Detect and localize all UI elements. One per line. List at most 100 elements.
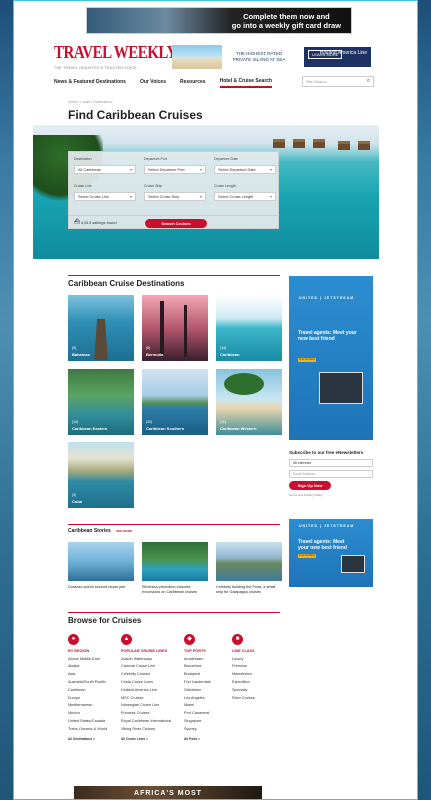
destination-tile-bermuda[interactable]: (8) Bermuda <box>142 295 208 361</box>
chevron-down-icon: ▾ <box>269 167 272 172</box>
search-icon[interactable]: ⌕ <box>367 78 370 85</box>
stories-see-more-link[interactable]: SEE MORE <box>116 529 132 533</box>
bottom-banner-ad[interactable]: AFRICA'S MOST <box>74 786 262 799</box>
browse-link[interactable]: MSC Cruises <box>121 696 179 700</box>
browse-link[interactable]: Princess Cruises <box>121 711 179 715</box>
browse-link[interactable]: Sydney <box>184 727 242 731</box>
hero-bungalow <box>338 141 350 150</box>
story-image <box>216 542 282 581</box>
browse-link[interactable]: Avalon Waterways <box>121 657 179 661</box>
destination-tile-bahamas[interactable]: (9) Bahamas <box>68 295 134 361</box>
destination-name: Caribbean <box>220 352 240 357</box>
browse-link[interactable]: Africa/ Middle East <box>68 657 126 661</box>
browse-link[interactable]: Luxury <box>232 657 290 661</box>
cruise-line-label: Cruise Line <box>74 184 92 188</box>
main-nav: News & Featured Destinations Our Voices … <box>54 76 374 90</box>
browse-link[interactable]: Premium <box>232 664 290 668</box>
browse-link[interactable]: Expedition <box>232 680 290 684</box>
story-caption: Celebrity building the Flora, a small sh… <box>216 585 276 594</box>
browse-link[interactable]: River Cruises <box>232 696 290 700</box>
destination-count: (14) <box>220 346 227 350</box>
destination-count: (11) <box>220 420 226 424</box>
browse-link[interactable]: Asia <box>68 672 126 676</box>
terms-link[interactable]: Terms and Privacy Policy <box>289 493 373 497</box>
departure-port-select[interactable]: Select Departure Port ▾ <box>144 165 206 174</box>
destination-tile-caribbean-western[interactable]: (11) Caribbean Western <box>216 369 282 435</box>
ad-find-out-more-button[interactable]: Find Out More <box>298 554 316 558</box>
nav-item-our-voices[interactable]: Our Voices <box>140 79 166 87</box>
destinations-title: Caribbean Cruise Destinations <box>68 279 185 288</box>
destination-tile-caribbean-eastern[interactable]: (10) Caribbean Eastern <box>68 369 134 435</box>
ad-find-out-more-button[interactable]: Find Out More <box>298 358 316 362</box>
story-card[interactable]: Duracao opens second cruise pier <box>68 542 134 590</box>
browse-link[interactable]: Australia/South Pacific <box>68 680 126 684</box>
email-field[interactable]: Email Address <box>289 470 373 478</box>
browse-link[interactable]: Mediterranean <box>68 703 126 707</box>
nav-item-news[interactable]: News & Featured Destinations <box>54 79 126 87</box>
destination-tile-caribbean[interactable]: (14) Caribbean <box>216 295 282 361</box>
browse-link[interactable]: Mexico <box>68 711 126 715</box>
map-pin-icon: ◆ <box>184 634 195 645</box>
ad-headline: Travel agents: Meet your new best friend <box>298 539 347 551</box>
browse-col-heading: BY REGION <box>68 649 90 653</box>
browse-col-cruise-lines: ▲ POPULAR CRUISE LINES Avalon Waterways … <box>121 634 179 741</box>
pier-graphic <box>94 318 108 361</box>
nav-item-hotel-cruise-search[interactable]: Hotel & Cruise Search <box>219 78 273 88</box>
browse-link[interactable]: Singapore <box>184 719 242 723</box>
browse-more-link[interactable]: All Ports > <box>184 737 242 741</box>
browse-link[interactable]: Caribbean <box>68 688 126 692</box>
page-title: Find Caribbean Cruises <box>68 108 203 122</box>
story-card[interactable]: Silversea promotion includes excursions … <box>142 542 208 595</box>
stories-header: Caribbean Stories SEE MORE <box>68 528 280 534</box>
palm-graphic <box>184 305 187 357</box>
header-promo-image[interactable] <box>172 45 222 69</box>
hero-bungalow <box>358 141 370 150</box>
browse-link[interactable]: Norwegian Cruise Line <box>121 703 179 707</box>
interests-select[interactable]: All interests <box>289 459 373 467</box>
header-promo-box[interactable]: LEARN MORE Holland America Line <box>304 47 371 67</box>
browse-link[interactable]: Royal Caribbean International <box>121 719 179 723</box>
destination-count: (20) <box>146 420 153 424</box>
browse-link[interactable]: United States/Canada <box>68 719 126 723</box>
story-image <box>68 542 134 581</box>
site-search-input[interactable]: Site Search ⌕ <box>302 76 374 87</box>
browse-link[interactable]: Alaska <box>68 664 126 668</box>
sidebar-ad-united-2[interactable]: UNITED | JETSTREAM Travel agents: Meet y… <box>289 519 373 587</box>
search-cruises-button[interactable]: Search Cruises <box>145 219 207 228</box>
breadcrumb[interactable]: Home / Cruise / Destinations <box>68 100 113 104</box>
palm-graphic <box>160 301 164 357</box>
cruise-ship-select[interactable]: Select Cruise Ship ▾ <box>144 192 206 201</box>
browse-link[interactable]: Celebrity Cruises <box>121 672 179 676</box>
top-banner-ad[interactable]: Complete them now and go into a weekly g… <box>86 7 352 34</box>
browse-link[interactable]: Miami <box>184 703 242 707</box>
browse-more-link[interactable]: All Cruise Lines > <box>121 737 179 741</box>
browse-link[interactable]: Mainstream <box>232 672 290 676</box>
browse-link[interactable]: Trans-Oceanic & World <box>68 727 126 731</box>
departure-date-select[interactable]: Select Departure Date ▾ <box>214 165 276 174</box>
chevron-down-icon: ▾ <box>269 194 272 199</box>
cruise-length-select[interactable]: Select Cruise Length ▾ <box>214 192 276 201</box>
cruise-line-select[interactable]: Select Cruise Line ▾ <box>74 192 136 201</box>
destination-select[interactable]: All Caribbean ▾ <box>74 165 136 174</box>
browse-title: Browse for Cruises <box>68 616 142 625</box>
browse-link[interactable]: Viking River Cruises <box>121 727 179 731</box>
browse-link[interactable]: Specialty <box>232 688 290 692</box>
destination-tile-caribbean-southern[interactable]: (20) Caribbean Southern <box>142 369 208 435</box>
ticket-icon: ■ <box>232 634 243 645</box>
browse-more-link[interactable]: All Destinations > <box>68 737 126 741</box>
sign-up-button[interactable]: Sign Up Now <box>289 481 331 490</box>
site-logo[interactable]: TRAVEL WEEKLY <box>54 44 177 63</box>
monitor-graphic <box>341 555 365 573</box>
browse-link[interactable]: Port Canaveral <box>184 711 242 715</box>
destination-tile-cuba[interactable]: (3) Cuba <box>68 442 134 508</box>
header-promo-text: THE HIGHEST RATED PRIVATE ISLAND AT SEA <box>232 51 286 62</box>
sidebar-ad-united[interactable]: UNITED | JETSTREAM Travel agents: Meet y… <box>289 276 373 440</box>
browse-link[interactable]: Carnival Cruise Line <box>121 664 179 668</box>
story-card[interactable]: Celebrity building the Flora, a small sh… <box>216 542 282 595</box>
browse-link[interactable]: Costa Cruise Lines <box>121 680 179 684</box>
browse-link[interactable]: Holland America Line <box>121 688 179 692</box>
cruise-ship-label: Cruise Ship <box>144 184 163 188</box>
browse-link[interactable]: Europe <box>68 696 126 700</box>
nav-item-resources[interactable]: Resources <box>180 79 206 87</box>
cruise-length-value: Select Cruise Length <box>218 195 254 199</box>
